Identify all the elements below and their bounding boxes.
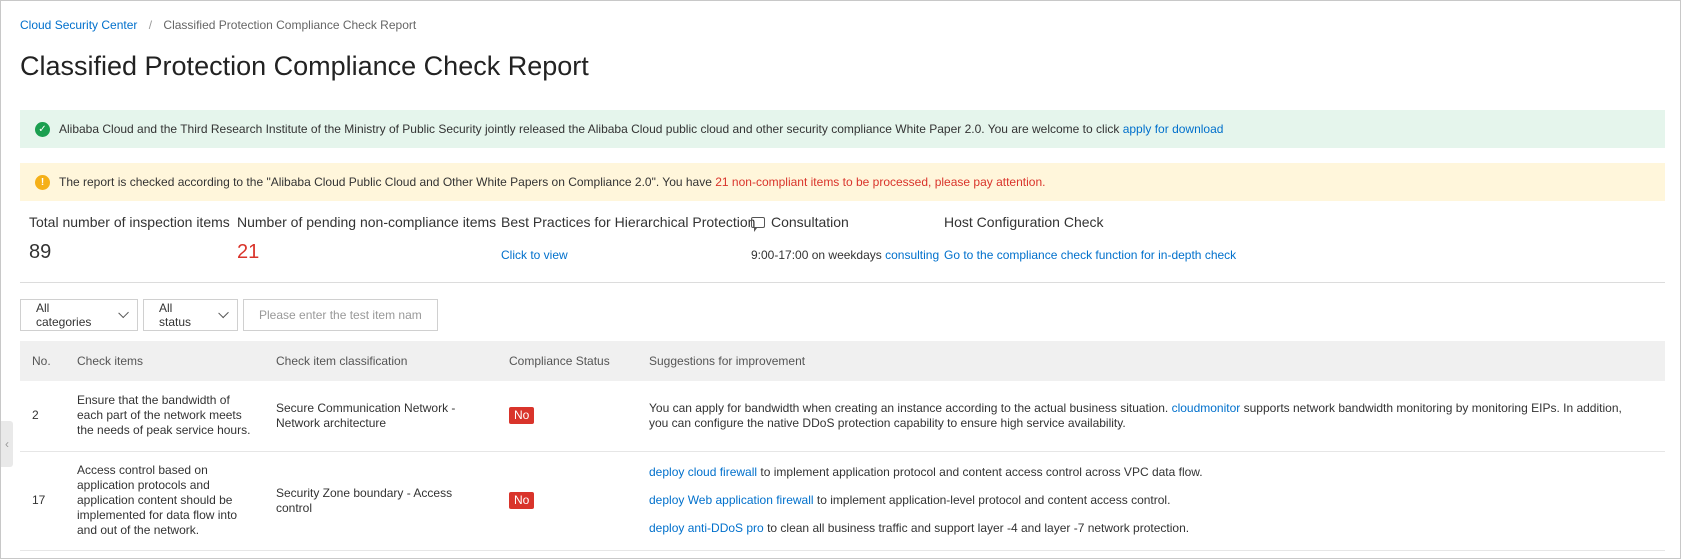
apply-download-link[interactable]: apply for download	[1123, 122, 1224, 136]
col-suggestions: Suggestions for improvement	[649, 354, 806, 368]
warning-circle-icon: !	[35, 174, 50, 190]
row-suggestion: You can apply for bandwidth when creatin…	[637, 381, 1665, 452]
stat-host-check: Host Configuration Check Go to the compl…	[944, 214, 1236, 262]
deploy-anti-ddos-link[interactable]: deploy anti-DDoS pro	[649, 521, 764, 535]
table-row: 17 Access control based on application p…	[20, 451, 1665, 551]
suggestion-text: to implement application-level protocol …	[816, 493, 1171, 507]
breadcrumb-current: Classified Protection Compliance Check R…	[163, 18, 417, 32]
compliance-check-link[interactable]: Go to the compliance check function for …	[944, 248, 1236, 262]
col-no: No.	[32, 354, 51, 368]
deploy-cloud-firewall-link[interactable]: deploy cloud firewall	[649, 465, 757, 479]
stat-pending-label: Number of pending non-compliance items	[237, 214, 497, 230]
status-select[interactable]: All status	[143, 299, 238, 331]
stat-total-value: 89	[29, 241, 52, 263]
stat-host-check-label: Host Configuration Check	[944, 214, 1104, 230]
chevron-down-icon	[117, 307, 129, 319]
click-to-view-link[interactable]: Click to view	[501, 248, 568, 262]
stats-bar: Total number of inspection items 89 Numb…	[20, 214, 1665, 283]
deploy-waf-link[interactable]: deploy Web application firewall	[649, 493, 814, 507]
filter-bar: All categories All status	[20, 299, 438, 331]
success-alert: ✓ Alibaba Cloud and the Third Research I…	[20, 110, 1665, 148]
page-frame: ‹ Cloud Security Center / Classified Pro…	[0, 0, 1681, 559]
row-check-item: Access control based on application prot…	[65, 451, 264, 551]
row-no: 2	[20, 381, 65, 452]
stat-pending: Number of pending non-compliance items 2…	[237, 214, 496, 264]
stat-total-label: Total number of inspection items	[29, 214, 230, 230]
stat-best-practices-label: Best Practices for Hierarchical Protecti…	[501, 214, 756, 230]
table-row: 2 Ensure that the bandwidth of each part…	[20, 381, 1665, 452]
breadcrumb-separator: /	[148, 18, 153, 32]
stat-total: Total number of inspection items 89	[29, 214, 230, 264]
row-check-item: Ensure that the bandwidth of each part o…	[65, 381, 264, 452]
col-check-items: Check items	[77, 354, 144, 368]
search-input[interactable]	[243, 299, 438, 331]
stat-consultation-label: Consultation	[771, 214, 849, 230]
sidebar-collapse-toggle[interactable]: ‹	[1, 421, 13, 467]
col-classification: Check item classification	[276, 354, 408, 368]
stat-best-practices: Best Practices for Hierarchical Protecti…	[501, 214, 755, 262]
status-badge: No	[509, 492, 535, 509]
check-circle-icon: ✓	[35, 121, 50, 137]
table-header-row: No. Check items Check item classificatio…	[20, 341, 1665, 381]
compliance-table: No. Check items Check item classificatio…	[20, 341, 1665, 551]
status-select-value: All status	[159, 301, 192, 329]
success-alert-text: Alibaba Cloud and the Third Research Ins…	[59, 122, 1120, 136]
stat-pending-value: 21	[237, 241, 260, 263]
warning-alert-text: The report is checked according to the "…	[59, 175, 712, 189]
chevron-down-icon	[218, 307, 229, 319]
chevron-left-icon: ‹	[5, 437, 9, 451]
row-classification: Security Zone boundary - Access control	[264, 451, 497, 551]
suggestion-text: You can apply for bandwidth when creatin…	[649, 400, 1169, 415]
warning-alert-highlight: 21 non-compliant items to be processed, …	[715, 175, 1046, 189]
suggestion-text: to implement application protocol and co…	[760, 465, 1203, 479]
consulting-link[interactable]: consulting	[885, 248, 939, 262]
row-no: 17	[20, 451, 65, 551]
cloudmonitor-link[interactable]: cloudmonitor	[1172, 401, 1241, 415]
breadcrumb-root-link[interactable]: Cloud Security Center	[20, 18, 137, 32]
stat-consultation: Consultation 9:00-17:00 on weekdays cons…	[751, 214, 939, 262]
warning-alert: ! The report is checked according to the…	[20, 163, 1665, 201]
row-classification: Secure Communication Network - Network a…	[264, 381, 497, 452]
category-select-value: All categories	[36, 301, 92, 329]
status-badge: No	[509, 407, 535, 425]
chat-icon	[751, 216, 765, 232]
consultation-hours: 9:00-17:00 on weekdays	[751, 248, 882, 262]
suggestion-text: to clean all business traffic and suppor…	[767, 521, 1190, 535]
category-select[interactable]: All categories	[20, 299, 138, 331]
col-compliance-status: Compliance Status	[509, 354, 610, 368]
page-title: Classified Protection Compliance Check R…	[20, 51, 589, 81]
row-suggestion: deploy cloud firewall to implement appli…	[637, 451, 1665, 551]
breadcrumb: Cloud Security Center / Classified Prote…	[20, 18, 416, 32]
